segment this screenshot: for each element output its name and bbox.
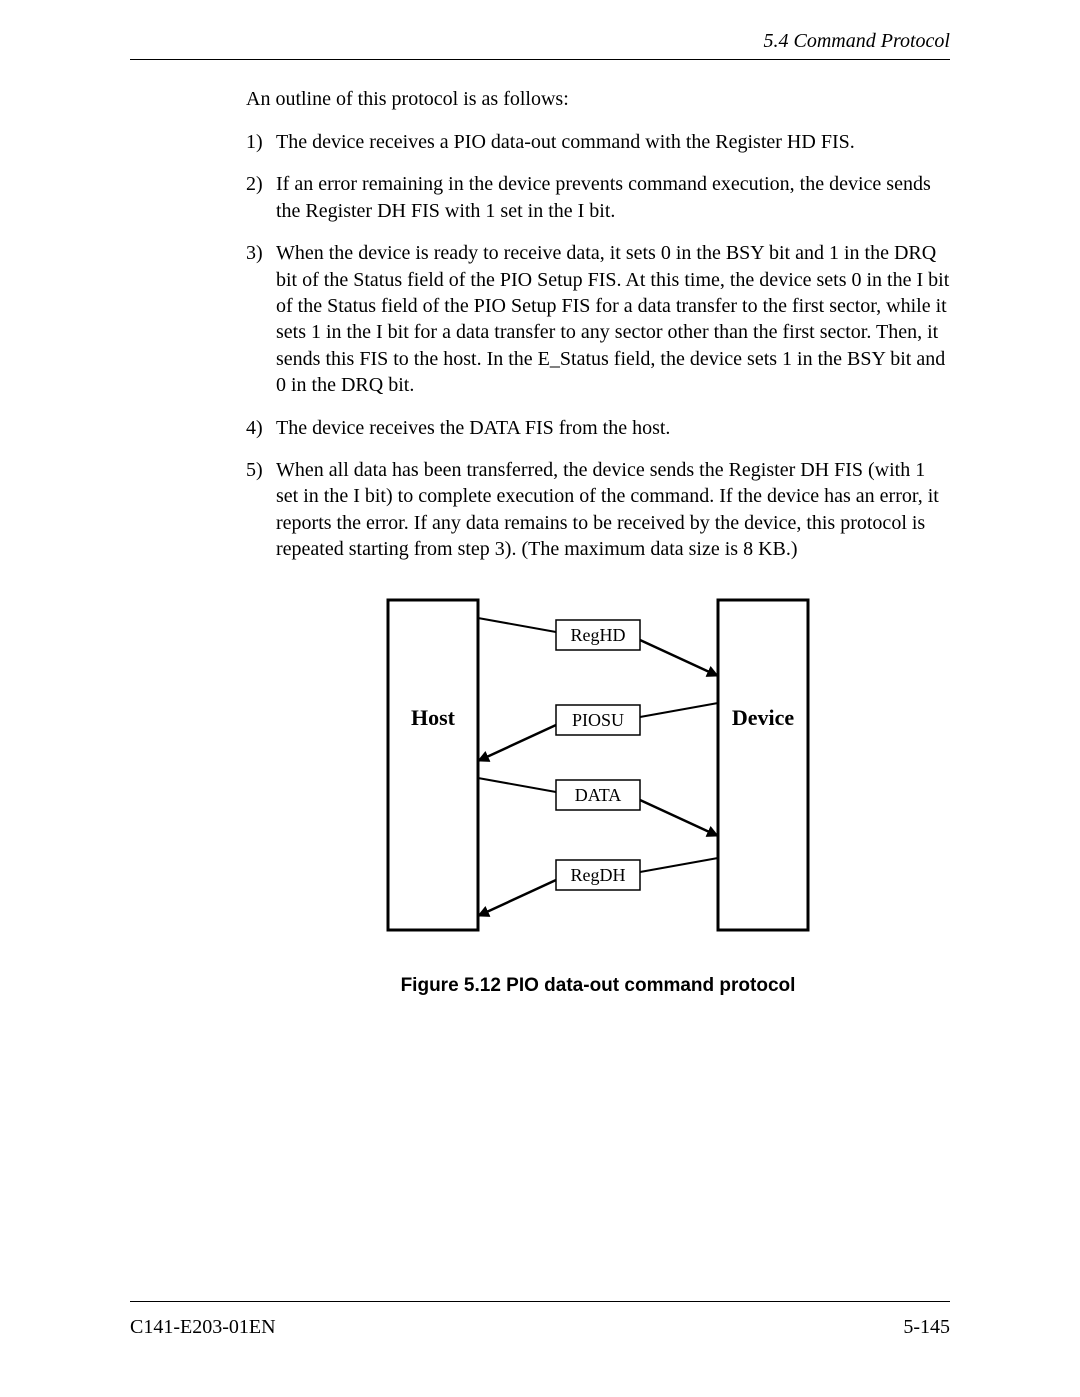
list-item-text: When the device is ready to receive data… <box>276 240 950 398</box>
arrow-line <box>640 703 718 717</box>
msg-regdh-label: RegDH <box>571 865 626 885</box>
arrow-right-icon <box>640 640 718 676</box>
list-item-text: If an error remaining in the device prev… <box>276 171 950 224</box>
protocol-diagram: Host Device RegHD PIOSU DATA <box>358 590 838 940</box>
section-title: 5.4 Command Protocol <box>764 30 950 52</box>
device-box <box>718 600 808 930</box>
msg-data-label: DATA <box>575 785 622 805</box>
arrow-right-icon <box>640 800 718 836</box>
arrow-left-icon <box>478 725 556 761</box>
list-item: 2) If an error remaining in the device p… <box>246 171 950 224</box>
list-item: 3) When the device is ready to receive d… <box>246 240 950 398</box>
list-item: 4) The device receives the DATA FIS from… <box>246 415 950 441</box>
body-content: An outline of this protocol is as follow… <box>130 88 950 997</box>
list-item-number: 5) <box>246 457 276 563</box>
figure-caption: Figure 5.12 PIO data-out command protoco… <box>246 975 950 997</box>
page-footer: C141-E203-01EN 5-145 <box>130 1301 950 1339</box>
arrow-line <box>640 858 718 872</box>
numbered-list: 1) The device receives a PIO data-out co… <box>246 129 950 562</box>
list-item-text: The device receives a PIO data-out comma… <box>276 129 950 155</box>
list-item: 1) The device receives a PIO data-out co… <box>246 129 950 155</box>
list-item-text: When all data has been transferred, the … <box>276 457 950 563</box>
device-label: Device <box>732 705 795 730</box>
list-item-number: 4) <box>246 415 276 441</box>
intro-paragraph: An outline of this protocol is as follow… <box>246 88 950 111</box>
arrow-line <box>478 618 556 632</box>
doc-id: C141-E203-01EN <box>130 1316 276 1339</box>
list-item-number: 2) <box>246 171 276 224</box>
page-number: 5-145 <box>903 1316 950 1339</box>
list-item: 5) When all data has been transferred, t… <box>246 457 950 563</box>
host-box <box>388 600 478 930</box>
page: 5.4 Command Protocol An outline of this … <box>0 0 1080 1397</box>
running-header: 5.4 Command Protocol <box>130 30 950 60</box>
msg-piosu-label: PIOSU <box>572 710 624 730</box>
host-label: Host <box>411 705 456 730</box>
list-item-text: The device receives the DATA FIS from th… <box>276 415 950 441</box>
list-item-number: 1) <box>246 129 276 155</box>
arrow-left-icon <box>478 880 556 916</box>
figure: Host Device RegHD PIOSU DATA <box>246 590 950 997</box>
msg-reghd-label: RegHD <box>571 625 626 645</box>
arrow-line <box>478 778 556 792</box>
list-item-number: 3) <box>246 240 276 398</box>
